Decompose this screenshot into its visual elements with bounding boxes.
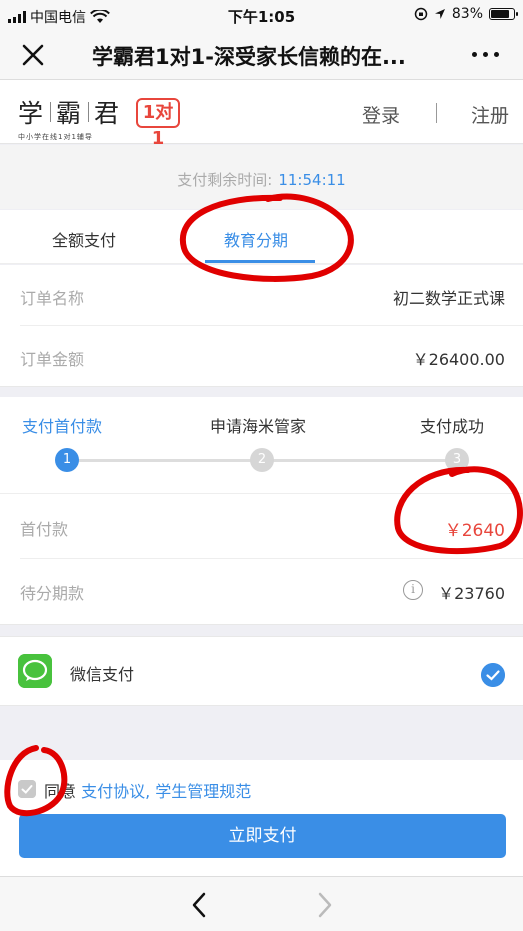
- orientation-lock-icon: [414, 7, 428, 21]
- checkmark-icon[interactable]: [481, 663, 505, 687]
- payment-method-wechat[interactable]: 微信支付: [0, 636, 523, 706]
- pay-now-button[interactable]: 立即支付: [19, 814, 506, 858]
- site-header: 学 霸 君 中小学在线1对1辅导 1对1 登录 注册: [0, 80, 523, 149]
- tab-installment[interactable]: 教育分期: [224, 227, 288, 251]
- payment-split: 首付款 ￥2640 待分期款 i ￥23760: [0, 493, 523, 625]
- agree-checkbox[interactable]: [18, 780, 36, 798]
- browser-toolbar: [0, 876, 523, 931]
- agree-prefix: 同意: [44, 782, 77, 801]
- wechat-pay-label: 微信支付: [70, 665, 135, 684]
- header-divider: [436, 103, 437, 123]
- order-amount-label: 订单金额: [20, 350, 85, 369]
- status-bar: 中国电信 下午1:05 83%: [0, 0, 523, 30]
- back-arrow-icon[interactable]: [188, 891, 212, 919]
- pay-button-area: 立即支付: [0, 814, 523, 876]
- info-icon[interactable]: i: [403, 580, 423, 600]
- step-label-3: 支付成功: [420, 417, 485, 436]
- active-tab-indicator: [205, 260, 315, 263]
- down-payment-label: 首付款: [20, 520, 69, 539]
- logo-char: 学: [18, 99, 46, 128]
- step-label-2: 申请海米管家: [210, 417, 307, 436]
- status-right: 83%: [414, 6, 518, 22]
- battery-fill: [491, 10, 510, 18]
- agreement-text: 同意 支付协议, 学生管理规范: [44, 778, 251, 802]
- installment-row: 待分期款 i ￥23760: [0, 560, 523, 620]
- order-name-row: 订单名称 初二数学正式课: [0, 265, 523, 325]
- order-amount-row: 订单金额 ￥26400.00: [0, 326, 523, 386]
- installment-steps: 支付首付款 申请海米管家 支付成功 1 2 3: [0, 397, 523, 493]
- close-icon[interactable]: [18, 40, 48, 70]
- register-link[interactable]: 注册: [471, 101, 509, 128]
- logo-wordmark: 学 霸 君: [18, 94, 121, 130]
- step-label-1: 支付首付款: [22, 417, 103, 436]
- agreement-links[interactable]: 支付协议, 学生管理规范: [81, 782, 251, 801]
- nav-bar: 学霸君1对1-深受家长信赖的在...: [0, 30, 523, 80]
- logo-badge: 1对1: [136, 98, 180, 149]
- logo-char: 霸: [56, 99, 84, 128]
- order-name-value: 初二数学正式课: [392, 289, 505, 308]
- agreement-row: 同意 支付协议, 学生管理规范: [0, 760, 523, 816]
- installment-label: 待分期款: [20, 584, 85, 603]
- step-connector: [262, 459, 457, 462]
- more-icon[interactable]: [472, 52, 499, 57]
- divider: [20, 558, 523, 559]
- logo-char: 君: [94, 99, 122, 128]
- order-name-label: 订单名称: [20, 289, 85, 308]
- page-title: 学霸君1对1-深受家长信赖的在...: [92, 45, 406, 69]
- forward-arrow-icon: [318, 892, 332, 918]
- down-payment-row: 首付款 ￥2640: [0, 496, 523, 556]
- countdown-label: 支付剩余时间:: [177, 171, 273, 189]
- payment-tabs: 全额支付 教育分期: [0, 210, 523, 264]
- step-dot-1: 1: [55, 448, 79, 472]
- battery-icon: [489, 8, 518, 20]
- down-payment-value: ￥2640: [444, 521, 505, 541]
- logo-subtitle: 中小学在线1对1辅导: [18, 133, 93, 141]
- countdown-time: 11:54:11: [278, 171, 346, 189]
- step-dot-3: 3: [445, 448, 469, 472]
- step-connector: [67, 459, 262, 462]
- battery-percent: 83%: [451, 6, 483, 22]
- location-icon: [434, 9, 445, 19]
- installment-value: ￥23760: [438, 584, 505, 603]
- payment-countdown: 支付剩余时间: 11:54:11: [0, 145, 523, 209]
- step-dot-2: 2: [250, 448, 274, 472]
- login-link[interactable]: 登录: [362, 101, 400, 128]
- tab-full-payment[interactable]: 全额支付: [52, 227, 116, 251]
- order-info: 订单名称 初二数学正式课 订单金额 ￥26400.00: [0, 265, 523, 387]
- logo[interactable]: 学 霸 君 中小学在线1对1辅导: [18, 94, 121, 142]
- wechat-pay-icon: [18, 654, 52, 688]
- order-amount-value: ￥26400.00: [412, 350, 505, 369]
